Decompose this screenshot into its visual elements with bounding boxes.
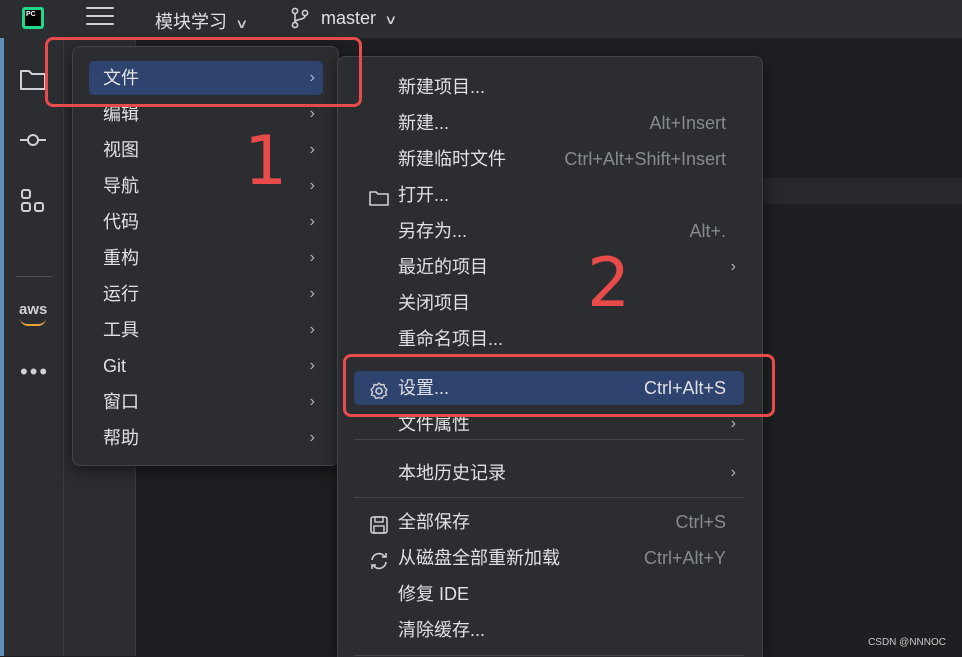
- main-menu-item[interactable]: 运行 ›: [89, 277, 323, 311]
- file-menu-item[interactable]: 本地历史记录 ›: [354, 456, 744, 490]
- main-menu-icon[interactable]: [86, 7, 114, 29]
- chevron-right-icon: ›: [730, 258, 736, 275]
- file-menu-item[interactable]: 全部保存 Ctrl+S: [354, 505, 744, 539]
- menu-item-shortcut: Alt+.: [689, 221, 726, 241]
- chevron-down-icon: ∨: [384, 12, 398, 27]
- menu-item-label: 帮助: [103, 428, 139, 448]
- main-menu-item[interactable]: 帮助 ›: [89, 421, 323, 455]
- file-menu-item[interactable]: 从磁盘全部重新加载 Ctrl+Alt+Y: [354, 541, 744, 575]
- main-menu-item[interactable]: 重构 ›: [89, 241, 323, 275]
- menu-item-label: 本地历史记录: [398, 463, 506, 483]
- menu-item-label: 全部保存: [398, 512, 470, 532]
- menu-item-label: 代码: [103, 212, 139, 232]
- menu-item-shortcut: Alt+Insert: [649, 113, 726, 133]
- watermark: CSDN @NNNOC: [868, 637, 946, 648]
- aws-smile-icon: [20, 318, 46, 326]
- menu-item-label: 运行: [103, 284, 139, 304]
- menu-item-label: 视图: [103, 140, 139, 160]
- window-edge: [0, 38, 4, 656]
- chevron-right-icon: ›: [309, 177, 315, 194]
- commit-icon[interactable]: [18, 125, 48, 155]
- menu-item-label: 新建项目...: [398, 77, 486, 97]
- menu-item-label: 导航: [103, 176, 139, 196]
- chevron-right-icon: ›: [309, 213, 315, 230]
- folder-icon[interactable]: [18, 64, 48, 94]
- aws-icon[interactable]: aws: [19, 301, 47, 318]
- menu-separator: [354, 497, 744, 498]
- main-menu-item[interactable]: 窗口 ›: [89, 385, 323, 419]
- annotation-box-2: [343, 354, 775, 417]
- file-menu-item[interactable]: 重命名项目...: [354, 322, 744, 356]
- main-menu-item[interactable]: 工具 ›: [89, 313, 323, 347]
- project-selector[interactable]: 模块学习 ∨: [155, 8, 249, 34]
- menu-item-label: 最近的项目: [398, 257, 488, 277]
- project-name: 模块学习: [155, 12, 227, 32]
- file-menu-item[interactable]: 最近的项目 ›: [354, 250, 744, 284]
- chevron-right-icon: ›: [309, 393, 315, 410]
- menu-separator: [354, 439, 744, 440]
- file-menu-item[interactable]: 新建项目...: [354, 70, 744, 104]
- chevron-down-icon: ∨: [235, 16, 249, 31]
- menu-item-label: 关闭项目: [398, 293, 470, 313]
- chevron-right-icon: ›: [730, 464, 736, 481]
- menu-item-label: 新建临时文件: [398, 149, 506, 169]
- annotation-box-1: [45, 37, 362, 107]
- file-menu-item[interactable]: 关闭项目: [354, 286, 744, 320]
- more-icon[interactable]: •••: [20, 359, 49, 385]
- menu-item-label: 重命名项目...: [398, 329, 504, 349]
- folder-icon: [368, 185, 390, 206]
- menu-item-label: 新建...: [398, 113, 450, 133]
- menu-item-label: 修复 IDE: [398, 584, 470, 604]
- file-menu-item[interactable]: 修复 IDE: [354, 577, 744, 611]
- main-menu-item[interactable]: 导航 ›: [89, 169, 323, 203]
- menu-item-label: 重构: [103, 248, 139, 268]
- chevron-right-icon: ›: [309, 321, 315, 338]
- menu-item-shortcut: Ctrl+S: [675, 512, 726, 532]
- pycharm-logo-icon[interactable]: PC: [22, 7, 44, 29]
- menu-item-shortcut: Ctrl+Alt+Shift+Insert: [564, 149, 726, 169]
- chevron-right-icon: ›: [309, 285, 315, 302]
- menu-item-label: Git: [103, 356, 127, 376]
- title-bar: PC 模块学习 ∨ master ∨: [0, 0, 962, 38]
- file-menu-item[interactable]: 新建... Alt+Insert: [354, 106, 744, 140]
- annotation-number-2: 2: [587, 244, 631, 323]
- logo-text: PC: [25, 10, 41, 26]
- menu-item-label: 清除缓存...: [398, 620, 486, 640]
- branch-name: master: [321, 8, 377, 28]
- file-menu-item[interactable]: 新建临时文件 Ctrl+Alt+Shift+Insert: [354, 142, 744, 176]
- chevron-right-icon: ›: [309, 141, 315, 158]
- menu-item-label: 打开...: [398, 185, 450, 205]
- tool-window-strip: aws •••: [0, 38, 64, 656]
- chevron-right-icon: ›: [309, 357, 315, 374]
- main-menu-item[interactable]: 代码 ›: [89, 205, 323, 239]
- menu-item-shortcut: Ctrl+Alt+Y: [643, 548, 726, 568]
- main-menu: 文件 › 编辑 › 视图 › 导航 › 代码 › 重构 › 运行 › 工具 › Git › 窗口 › 帮助 ›: [72, 46, 339, 466]
- reload-icon: [368, 548, 390, 570]
- main-menu-item[interactable]: 视图 ›: [89, 133, 323, 167]
- git-branch-icon: [291, 7, 309, 29]
- menu-item-label: 另存为...: [398, 221, 468, 241]
- toolstrip-divider: [16, 276, 52, 277]
- structure-icon[interactable]: [18, 186, 48, 216]
- menu-item-label: 工具: [103, 320, 139, 340]
- branch-selector[interactable]: master ∨: [321, 8, 398, 29]
- file-menu-item[interactable]: 清除缓存...: [354, 613, 744, 647]
- annotation-number-1: 1: [244, 122, 288, 201]
- file-menu-item[interactable]: 另存为... Alt+.: [354, 214, 744, 248]
- file-menu-item[interactable]: 打开...: [354, 178, 744, 212]
- main-menu-item[interactable]: Git ›: [89, 349, 323, 383]
- menu-item-label: 从磁盘全部重新加载: [398, 548, 560, 568]
- menu-item-label: 窗口: [103, 392, 139, 412]
- chevron-right-icon: ›: [309, 249, 315, 266]
- chevron-right-icon: ›: [309, 429, 315, 446]
- save-icon: [368, 512, 390, 534]
